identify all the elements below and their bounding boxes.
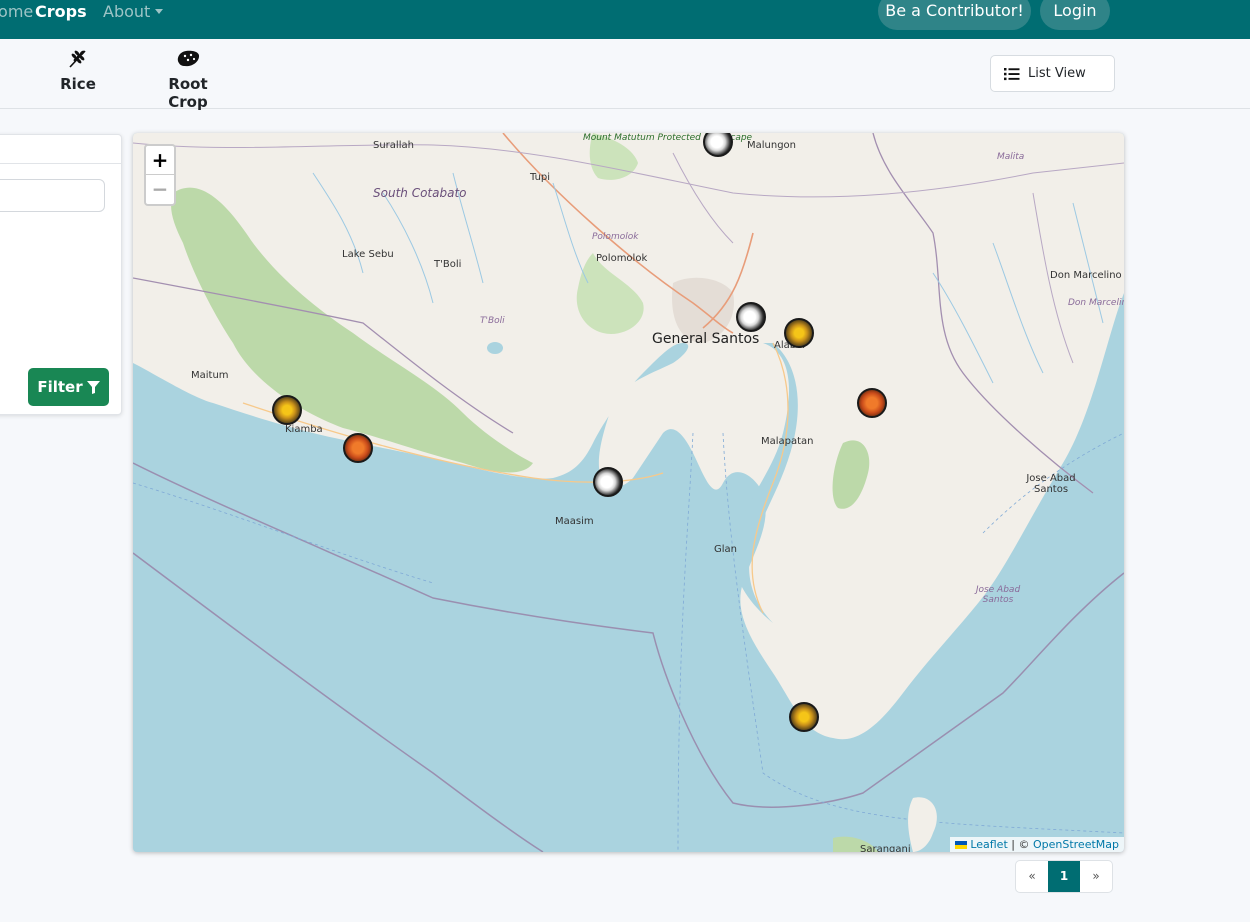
crop-map[interactable]: Surallah Tupi Mount Matutum Protected La… [133,133,1124,852]
funnel-icon [86,380,100,394]
pagination-next[interactable]: » [1080,861,1112,892]
map-label-lake-sebu: Lake Sebu [342,249,394,260]
attribution-separator: | © [1007,838,1033,851]
map-label-maasim: Maasim [555,516,594,527]
filter-panel-header [0,135,121,164]
map-label-polomolok: Polomolok [596,253,648,264]
list-view-button[interactable]: List View [990,55,1115,92]
filter-search-input[interactable] [0,179,105,212]
rice-grain-icon [69,50,86,68]
map-label-jose-abad-santos-region: Jose Abad Santos [975,585,1021,605]
login-button[interactable]: Login [1040,0,1110,30]
map-label-general-santos: General Santos [652,331,760,347]
map-label-malapatan: Malapatan [761,436,814,447]
top-navbar: Home Crops About Be a Contributor! Login [0,0,1250,39]
map-marker-rice[interactable] [593,467,623,497]
map-label-maitum: Maitum [191,370,229,381]
map-label-tboli: T'Boli [434,259,462,270]
category-root-crop[interactable]: Root Crop [148,47,228,111]
map-label-south-cotabato: South Cotabato [373,186,467,200]
category-rice[interactable]: Rice [58,47,98,93]
pagination: « 1 » [1015,860,1113,893]
map-label-polomolok-region: Polomolok [592,232,639,242]
nav-about-dropdown[interactable]: About [103,2,164,21]
map-label-mount-matutum: Mount Matutum Protected Landscape [583,133,752,144]
openstreetmap-link[interactable]: OpenStreetMap [1033,838,1119,851]
map-label-tupi: Tupi [530,172,551,183]
be-contributor-button[interactable]: Be a Contributor! [878,0,1031,30]
zoom-control: + − [144,144,176,206]
list-view-label: List View [1028,66,1086,81]
category-bar: Rice Root Crop List View [0,39,1250,111]
filter-panel: Filter [0,134,122,415]
category-root-crop-label: Root Crop [168,75,208,111]
map-label-malungon: Malungon [747,140,797,151]
zoom-in-button[interactable]: + [146,146,174,175]
nav-crops-link[interactable]: Crops [35,2,87,21]
map-attribution: Leaflet | © OpenStreetMap [950,837,1124,852]
map-label-glan: Glan [714,544,737,555]
pagination-page-1[interactable]: 1 [1048,861,1080,892]
map-label-don-marcelino-region: Don Marcelino [1068,298,1124,308]
map-label-sarangani: Sarangani [860,844,911,852]
map-marker-root-crop[interactable] [857,388,887,418]
nav-about-label: About [103,2,151,21]
zoom-out-button[interactable]: − [146,175,174,204]
filter-button-label: Filter [37,378,83,396]
potato-icon [177,50,200,67]
category-rice-label: Rice [60,75,96,93]
map-label-jose-abad-santos: Jose Abad Santos [1026,473,1076,495]
map-label-surallah: Surallah [373,140,414,151]
map-marker-root-crop[interactable] [343,433,373,463]
leaflet-link[interactable]: Leaflet [970,838,1007,851]
map-marker-root-crop[interactable] [272,395,302,425]
caret-down-icon [155,9,164,14]
map-label-kiamba: Kiamba [285,424,323,435]
map-marker-root-crop[interactable] [784,318,814,348]
map-label-don-marcelino: Don Marcelino [1050,270,1122,281]
map-label-tboli-region: T'Boli [480,316,505,326]
map-label-malita: Malita [997,152,1025,162]
ukraine-flag-icon [955,841,968,849]
nav-home-link[interactable]: Home [0,2,33,21]
filter-button[interactable]: Filter [28,368,109,406]
pagination-prev[interactable]: « [1016,861,1048,892]
map-marker-root-crop[interactable] [789,702,819,732]
list-icon [1004,67,1020,80]
map-marker-rice[interactable] [736,302,766,332]
